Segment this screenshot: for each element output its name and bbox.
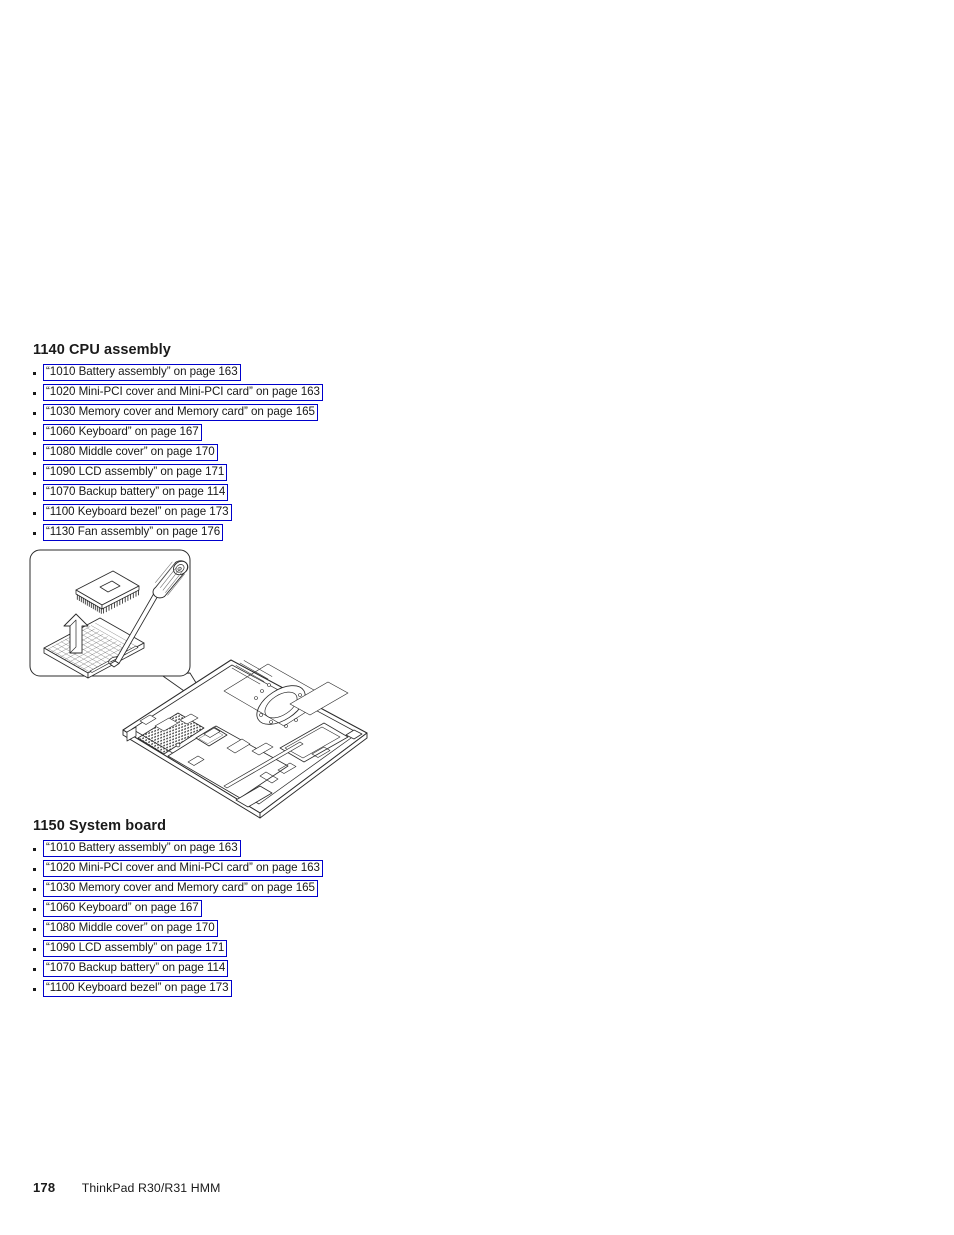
- list-item: “1130 Fan assembly” on page 176: [0, 523, 600, 543]
- cross-reference-link[interactable]: “1030 Memory cover and Memory card” on p…: [43, 404, 318, 422]
- cross-reference-list-cpu-assembly: “1010 Battery assembly” on page 163 “102…: [0, 363, 600, 543]
- bullet-icon: [33, 432, 36, 435]
- bullet-icon: [33, 532, 36, 535]
- cross-reference-list-system-board: “1010 Battery assembly” on page 163 “102…: [0, 839, 600, 999]
- cross-reference-link[interactable]: “1010 Battery assembly” on page 163: [43, 840, 241, 858]
- list-item: “1060 Keyboard” on page 167: [0, 423, 600, 443]
- list-item: “1080 Middle cover” on page 170: [0, 919, 600, 939]
- bullet-icon: [33, 928, 36, 931]
- cross-reference-link[interactable]: “1080 Middle cover” on page 170: [43, 444, 218, 462]
- bullet-icon: [33, 948, 36, 951]
- cross-reference-link[interactable]: “1070 Backup battery” on page 114: [43, 960, 229, 978]
- bullet-icon: [33, 372, 36, 375]
- figure-cpu-removal-illustration: [28, 548, 388, 823]
- list-item: “1100 Keyboard bezel” on page 173: [0, 979, 600, 999]
- bullet-icon: [33, 848, 36, 851]
- list-item: “1010 Battery assembly” on page 163: [0, 363, 600, 383]
- footer-document-title: ThinkPad R30/R31 HMM: [81, 1181, 221, 1195]
- bullet-icon: [33, 868, 36, 871]
- list-item: “1060 Keyboard” on page 167: [0, 899, 600, 919]
- bullet-icon: [33, 512, 36, 515]
- bullet-icon: [33, 968, 36, 971]
- list-item: “1020 Mini-PCI cover and Mini-PCI card” …: [0, 383, 600, 403]
- list-item: “1070 Backup battery” on page 114: [0, 483, 600, 503]
- bullet-icon: [33, 392, 36, 395]
- cross-reference-link[interactable]: “1080 Middle cover” on page 170: [43, 920, 218, 938]
- bullet-icon: [33, 452, 36, 455]
- bullet-icon: [33, 908, 36, 911]
- section-heading-cpu-assembly: 1140 CPU assembly: [33, 342, 171, 358]
- bullet-icon: [33, 988, 36, 991]
- cross-reference-link[interactable]: “1020 Mini-PCI cover and Mini-PCI card” …: [43, 384, 323, 402]
- bullet-icon: [33, 472, 36, 475]
- list-item: “1090 LCD assembly” on page 171: [0, 939, 600, 959]
- cross-reference-link[interactable]: “1100 Keyboard bezel” on page 173: [43, 504, 232, 522]
- footer-page-number: 178: [33, 1180, 56, 1195]
- list-item: “1080 Middle cover” on page 170: [0, 443, 600, 463]
- cross-reference-link[interactable]: “1070 Backup battery” on page 114: [43, 484, 229, 502]
- cross-reference-link[interactable]: “1090 LCD assembly” on page 171: [43, 464, 228, 482]
- list-item: “1010 Battery assembly” on page 163: [0, 839, 600, 859]
- list-item: “1030 Memory cover and Memory card” on p…: [0, 879, 600, 899]
- cross-reference-link[interactable]: “1020 Mini-PCI cover and Mini-PCI card” …: [43, 860, 323, 878]
- document-page: 1140 CPU assembly “1010 Battery assembly…: [0, 0, 954, 1235]
- list-item: “1030 Memory cover and Memory card” on p…: [0, 403, 600, 423]
- cross-reference-link[interactable]: “1010 Battery assembly” on page 163: [43, 364, 241, 382]
- list-item: “1070 Backup battery” on page 114: [0, 959, 600, 979]
- cross-reference-link[interactable]: “1100 Keyboard bezel” on page 173: [43, 980, 232, 998]
- cross-reference-link[interactable]: “1030 Memory cover and Memory card” on p…: [43, 880, 318, 898]
- laptop-base-chassis: [122, 659, 368, 819]
- bullet-icon: [33, 888, 36, 891]
- cross-reference-link[interactable]: “1090 LCD assembly” on page 171: [43, 940, 228, 958]
- bullet-icon: [33, 412, 36, 415]
- cross-reference-link[interactable]: “1130 Fan assembly” on page 176: [43, 524, 224, 542]
- list-item: “1020 Mini-PCI cover and Mini-PCI card” …: [0, 859, 600, 879]
- list-item: “1090 LCD assembly” on page 171: [0, 463, 600, 483]
- page-footer: 178 ThinkPad R30/R31 HMM: [33, 1180, 220, 1196]
- list-item: “1100 Keyboard bezel” on page 173: [0, 503, 600, 523]
- section-heading-system-board: 1150 System board: [33, 818, 167, 834]
- cross-reference-link[interactable]: “1060 Keyboard” on page 167: [43, 900, 202, 918]
- cross-reference-link[interactable]: “1060 Keyboard” on page 167: [43, 424, 202, 442]
- bullet-icon: [33, 492, 36, 495]
